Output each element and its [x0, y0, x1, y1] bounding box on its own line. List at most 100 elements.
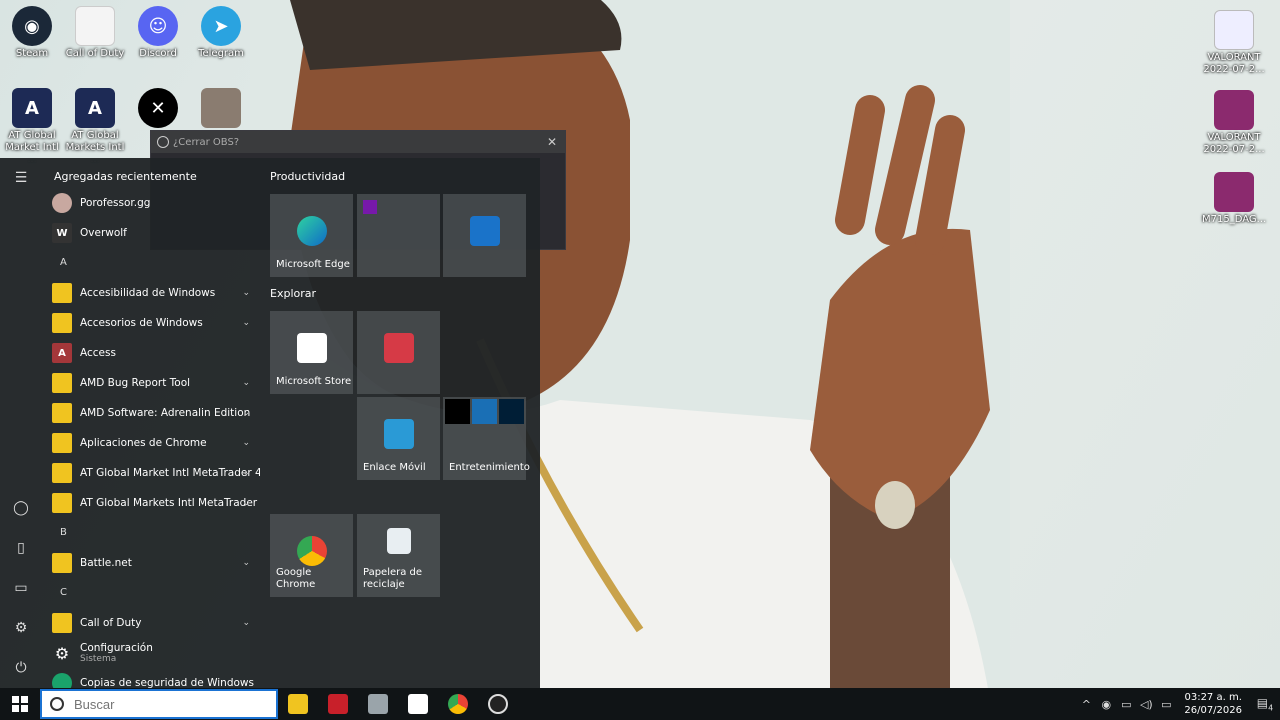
user-account-icon[interactable]: ◯	[11, 498, 31, 518]
notification-count: 4	[1268, 703, 1274, 713]
chevron-down-icon: ⌄	[242, 558, 250, 568]
taskbar-app-red[interactable]	[318, 688, 358, 720]
phone-link-icon	[384, 419, 414, 449]
tile-outlook[interactable]	[443, 194, 526, 277]
telegram-icon: ➤	[201, 6, 241, 46]
video-file-icon	[1214, 10, 1254, 50]
desktop-icon-x[interactable]: ✕	[126, 88, 190, 130]
desktop-icon-call-of-duty[interactable]: Call of Duty	[63, 6, 127, 60]
chevron-down-icon: ⌄	[242, 318, 250, 328]
desktop-icon-discord[interactable]: ☺ Discord	[126, 6, 190, 60]
obs-dialog-title: ¿Cerrar OBS?	[173, 136, 240, 148]
network-icon[interactable]: ▭	[1156, 698, 1176, 711]
desktop-icon-m715[interactable]: M715_DAG...	[1202, 172, 1266, 226]
letter-c-header[interactable]: C	[42, 578, 260, 608]
app-copias-seguridad[interactable]: Copias de seguridad de Windows	[42, 668, 260, 688]
folder-icon	[52, 403, 72, 423]
start-button[interactable]	[0, 688, 40, 720]
file-explorer-icon	[288, 694, 308, 714]
desktop-icon-valorant-1[interactable]: VALORANT 2022-07-2...	[1202, 10, 1266, 76]
notification-center-icon[interactable]: ▤4	[1250, 696, 1280, 712]
app-configuracion[interactable]: ⚙ Configuración Sistema	[42, 638, 260, 668]
taskbar-obs[interactable]	[478, 688, 518, 720]
windows-logo-icon	[12, 696, 28, 712]
chevron-down-icon: ⌄	[242, 618, 250, 628]
tile-entretenimiento[interactable]: Entretenimiento	[443, 397, 530, 480]
record-icon[interactable]: ◉	[1096, 698, 1116, 711]
desktop-icon-valorant-2[interactable]: VALORANT 2022-07-2...	[1202, 90, 1266, 156]
at-global-icon: A	[75, 88, 115, 128]
battery-icon[interactable]: ▭	[1116, 698, 1136, 711]
chrome-icon	[297, 536, 327, 566]
steam-icon: ◉	[12, 6, 52, 46]
app-porofessor[interactable]: Porofessor.gg	[42, 188, 260, 218]
app-battlenet[interactable]: Battle.net ⌄	[42, 548, 260, 578]
start-rail: ☰ ◯ ▯ ▭ ⚙ ⏻	[0, 158, 42, 688]
tile-news[interactable]	[357, 311, 440, 394]
app-chrome-apps[interactable]: Aplicaciones de Chrome ⌄	[42, 428, 260, 458]
recent-section-title: Agregadas recientemente	[54, 170, 197, 183]
app-list: Agregadas recientemente Porofessor.gg W …	[42, 166, 260, 688]
snipping-tool-icon	[368, 694, 388, 714]
configuracion-label: Configuración	[80, 642, 153, 654]
tile-onenote[interactable]	[357, 194, 440, 277]
documents-icon[interactable]: ▯	[11, 538, 31, 558]
folder-icon	[52, 553, 72, 573]
tile-microsoft-store[interactable]: Microsoft Store	[270, 311, 353, 394]
folder-icon	[52, 493, 72, 513]
taskbar-app-gray[interactable]	[358, 688, 398, 720]
search-input[interactable]	[74, 696, 254, 712]
desktop-icon-at-global-market[interactable]: A AT Global Market Intl ...	[0, 88, 64, 166]
taskbar-search[interactable]	[40, 689, 278, 719]
pictures-icon[interactable]: ▭	[11, 578, 31, 598]
tile-enlace-movil[interactable]: Enlace Móvil	[357, 397, 440, 480]
news-icon	[384, 333, 414, 363]
app-call-of-duty[interactable]: Call of Duty ⌄	[42, 608, 260, 638]
letter-b-header[interactable]: B	[42, 518, 260, 548]
group-productividad-title: Productividad	[270, 170, 346, 183]
folder-icon	[52, 373, 72, 393]
app-accesorios[interactable]: Accesorios de Windows ⌄	[42, 308, 260, 338]
chevron-down-icon: ⌄	[242, 468, 250, 478]
settings-gear-icon[interactable]: ⚙	[11, 618, 31, 638]
taskbar-file-explorer[interactable]	[278, 688, 318, 720]
access-icon: A	[52, 343, 72, 363]
discord-icon: ☺	[138, 6, 178, 46]
tile-papelera[interactable]: Papelera de reciclaje	[357, 514, 440, 597]
taskbar: ^ ◉ ▭ ◁) ▭ 03:27 a. m. 26/07/2026 ▤4	[0, 688, 1280, 720]
edge-icon	[297, 216, 327, 246]
configuracion-sublabel: Sistema	[80, 654, 117, 664]
close-icon[interactable]: ✕	[547, 135, 557, 149]
search-icon	[50, 697, 64, 711]
folder-icon	[52, 463, 72, 483]
folder-icon	[52, 283, 72, 303]
app-amd-bug-report[interactable]: AMD Bug Report Tool ⌄	[42, 368, 260, 398]
app-access[interactable]: A Access	[42, 338, 260, 368]
obs-icon	[488, 694, 508, 714]
winrar-icon	[1214, 90, 1254, 130]
tradingview-icon	[408, 694, 428, 714]
app-accesibilidad[interactable]: Accesibilidad de Windows ⌄	[42, 278, 260, 308]
start-menu: ☰ ◯ ▯ ▭ ⚙ ⏻ Agregadas recientemente Poro…	[0, 158, 540, 688]
power-icon[interactable]: ⏻	[11, 658, 31, 678]
taskbar-tradingview[interactable]	[398, 688, 438, 720]
letter-a-header[interactable]: A	[42, 248, 260, 278]
hamburger-menu-icon[interactable]: ☰	[11, 168, 31, 188]
chevron-up-icon[interactable]: ^	[1076, 698, 1096, 711]
volume-icon[interactable]: ◁)	[1136, 698, 1156, 711]
desktop-icon-steam[interactable]: ◉ Steam	[0, 6, 64, 60]
file-icon	[75, 6, 115, 46]
app-at-global-market-mt4[interactable]: AT Global Market Intl MetaTrader 4 ⌄	[42, 458, 260, 488]
settings-gear-icon: ⚙	[54, 643, 70, 663]
store-icon	[297, 333, 327, 363]
tile-google-chrome[interactable]: Google Chrome	[270, 514, 353, 597]
app-at-global-markets-mt4[interactable]: AT Global Markets Intl MetaTrader 4 ⌄	[42, 488, 260, 518]
taskbar-clock[interactable]: 03:27 a. m. 26/07/2026	[1176, 691, 1250, 717]
desktop-icon-telegram[interactable]: ➤ Telegram	[189, 6, 253, 60]
tile-microsoft-edge[interactable]: Microsoft Edge	[270, 194, 353, 277]
app-overwolf[interactable]: W Overwolf	[42, 218, 260, 248]
taskbar-chrome[interactable]	[438, 688, 478, 720]
app-amd-software[interactable]: AMD Software: Adrenalin Edition ⌄	[42, 398, 260, 428]
desktop-icon-image[interactable]	[189, 88, 253, 130]
desktop-icon-at-global-markets[interactable]: A AT Global Markets Intl ...	[63, 88, 127, 166]
